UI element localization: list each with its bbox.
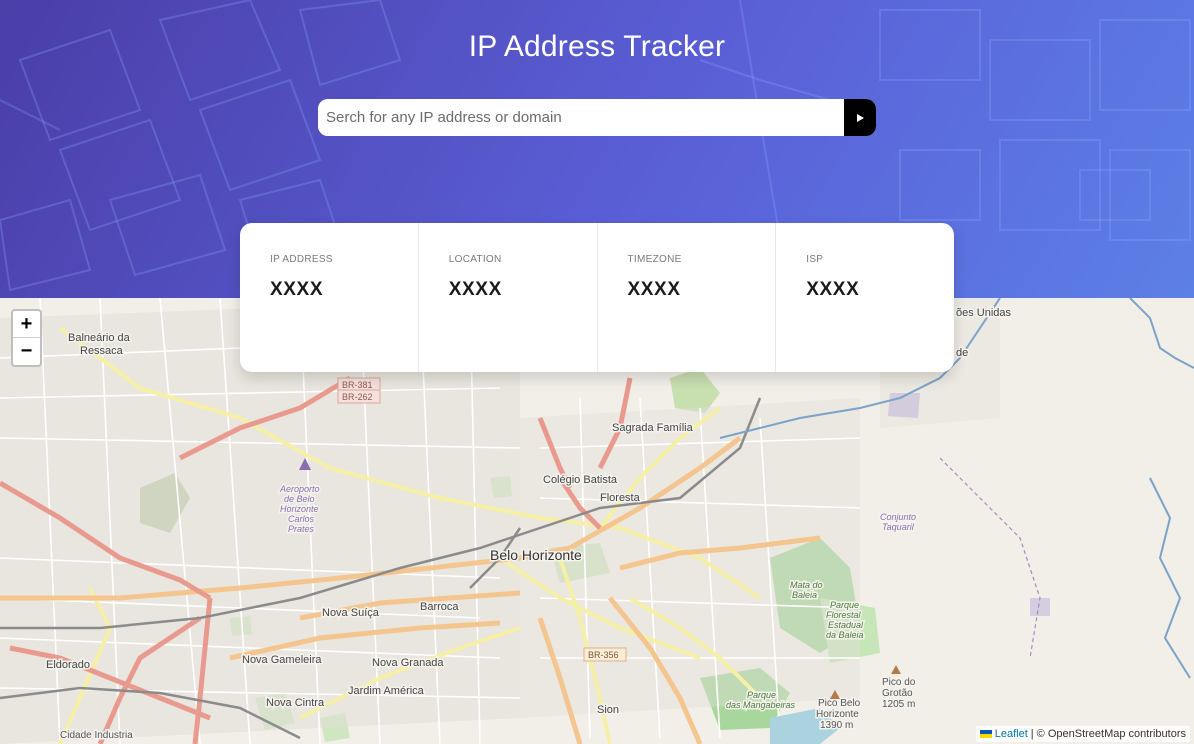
map-label-floresta: Floresta [600,492,641,504]
peak-icon [891,665,901,674]
road-shield-br262: BR-262 [337,389,381,404]
zoom-control: + − [11,309,42,367]
map-label-parque-2: Florestal [826,610,862,620]
info-value: XXXX [270,279,324,300]
map-label-aeroporto: Aeroporto [279,484,320,494]
info-label: TIMEZONE [627,254,682,265]
road-shield-br356: BR-356 [583,647,627,662]
map-label-mangabeiras-2: das Mangabeiras [726,700,796,710]
map-label-grotao: Grotão [882,688,913,699]
road-shield-br381: BR-381 [337,377,381,392]
info-label: ISP [806,254,824,265]
map-label-parque-4: da Baleia [826,630,864,640]
map-label-grotao-alt: 1205 m [882,699,915,710]
map-label-belo-horizonte: Belo Horizonte [490,547,582,563]
search-bar [318,99,876,136]
info-value: XXXX [806,279,860,300]
zoom-out-button[interactable]: − [13,338,40,365]
search-input[interactable] [318,99,844,136]
map-label-mata-2: Baleia [792,590,817,600]
map-label-mata: Mata do [790,580,823,590]
map-label-parque-3: Estadual [828,620,864,630]
map-label-pico-grotao: Pico do [882,677,916,688]
map-label-nova-gameleira: Nova Gameleira [242,654,322,666]
info-label: IP ADDRESS [270,254,333,265]
boundary-line [939,457,1041,659]
zoom-in-button[interactable]: + [13,311,40,338]
map-label-cidade-industrial: Cidade Industria [60,730,133,741]
map-label-nova-suica: Nova Suíça [322,607,380,619]
map-label-sagrada: Sagrada Família [612,422,694,434]
attribution-text: © OpenStreetMap contributors [1036,728,1186,740]
svg-text:BR-356: BR-356 [588,650,619,660]
map-label-aeroporto-2: de Belo [284,494,315,504]
info-label: LOCATION [448,254,502,265]
map-label-de: de [956,347,968,359]
info-location: LOCATION XXXX [419,223,598,372]
map-label-ressaca: Ressaca [80,345,124,357]
attribution-separator: | [1030,728,1034,740]
svg-text:BR-381: BR-381 [342,380,373,390]
map-label-conjunto: Conjunto [880,512,916,522]
map-label-nacoes: ões Unidas [956,307,1012,319]
page-title: IP Address Tracker [468,30,726,63]
map-label-sion: Sion [597,704,619,716]
map-attribution: Leaflet | © OpenStreetMap contributors [975,726,1190,742]
leaflet-link[interactable]: Leaflet [995,728,1028,740]
info-isp: ISP XXXX [776,223,954,372]
map-label-aeroporto-3: Horizonte [280,504,319,514]
info-timezone: TIMEZONE XXXX [598,223,777,372]
purple-areas [888,393,1050,616]
map-label-nova-granada: Nova Granada [372,657,444,669]
info-value: XXXX [627,279,681,300]
ip-info-card: IP ADDRESS XXXX LOCATION XXXX TIMEZONE X… [240,223,954,372]
map-label-nova-cintra: Nova Cintra [266,697,325,709]
map-label-parque: Parque [830,600,859,610]
map-label-eldorado: Eldorado [46,659,90,671]
svg-text:BR-262: BR-262 [342,392,373,402]
map-label-pico-bh: Pico Belo [818,698,861,709]
search-submit-button[interactable] [844,99,876,136]
map-label-barroca: Barroca [420,601,459,613]
map-label-aeroporto-4: Carlos [288,514,315,524]
ukraine-flag-icon [979,730,992,738]
map-label-jardim-america: Jardim América [348,685,425,697]
map-label-pico-bh-2: Horizonte [816,709,859,720]
info-value: XXXX [448,279,502,300]
map-label-aeroporto-5: Prates [288,524,315,534]
map-label-pico-bh-alt: 1390 m [820,720,853,731]
map-label-balneario: Balneário da [68,332,131,344]
map-label-colegio: Colégio Batista [543,474,618,486]
map-label-mangabeiras: Parque [747,690,776,700]
arrow-right-icon [857,113,864,122]
map-label-taquaril: Taquaril [882,522,915,532]
info-ip-address: IP ADDRESS XXXX [240,223,419,372]
